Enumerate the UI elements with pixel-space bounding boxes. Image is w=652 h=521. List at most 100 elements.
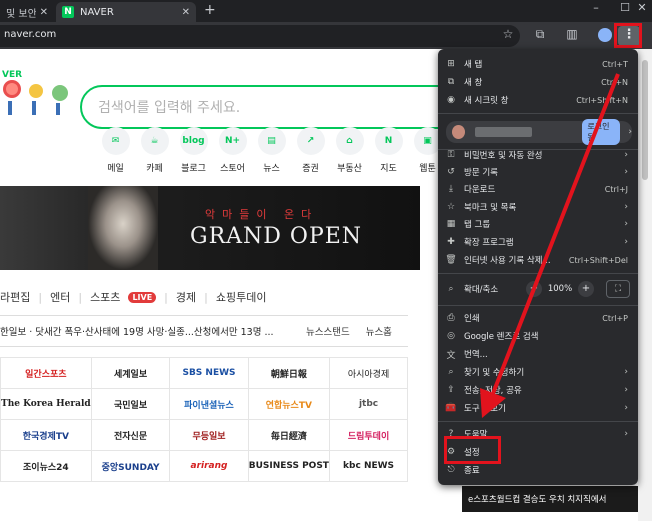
press-logo[interactable]: 毎日經濟 xyxy=(247,419,331,451)
extensions-icon[interactable]: ⧉ xyxy=(532,27,548,42)
tab-security[interactable]: 및 보안 ✕ xyxy=(0,2,54,22)
zoom-out-button[interactable]: − xyxy=(526,281,542,297)
news-icon: ▤ xyxy=(257,127,286,155)
press-grid: 일간스포츠 세계일보 SBS NEWS 朝鮮日報 아시아경제 The Korea… xyxy=(0,357,408,482)
press-logo[interactable]: 무등일보 xyxy=(169,419,249,451)
profile-row[interactable]: 로그인됨 › xyxy=(446,119,632,145)
bookmark-icon: ☆ xyxy=(446,202,456,212)
press-logo[interactable]: SBS NEWS xyxy=(169,357,249,389)
headline-link[interactable]: 한일보 · 닷새간 폭우·산사태에 19명 사망·실종...산청에서만 13명 … xyxy=(0,324,278,338)
shortcut-label: 증권 xyxy=(302,164,319,174)
ad-banner[interactable]: 악마들이 온다 GRAND OPEN xyxy=(0,186,420,270)
url-text: naver.com xyxy=(4,29,57,40)
translate-icon: 文 xyxy=(446,350,456,361)
shortcut-realestate[interactable]: ⌂ 부동산 xyxy=(330,127,369,174)
shortcut-label: 부동산 xyxy=(337,164,362,174)
menu-item-print[interactable]: ⎙ 인쇄 Ctrl+P xyxy=(438,309,638,327)
press-logo[interactable]: 드림투데이 xyxy=(329,419,408,451)
new-window-icon: ⧉ xyxy=(447,77,455,87)
menu-item-share[interactable]: ⇪ 전송, 저장, 공유 › xyxy=(438,381,638,399)
menu-item-downloads[interactable]: ⤓ 다운로드 Ctrl+J xyxy=(438,180,638,198)
news-home-link[interactable]: 뉴스홈 xyxy=(366,324,392,338)
fullscreen-button[interactable]: ⛶ xyxy=(606,280,630,298)
menu-item-translate[interactable]: 文 번역... xyxy=(438,345,638,363)
press-logo[interactable]: 국민일보 xyxy=(90,388,171,420)
press-logo[interactable]: 전자신문 xyxy=(90,419,171,451)
close-window-button[interactable]: ✕ xyxy=(632,1,652,14)
zoom-in-button[interactable]: + xyxy=(578,281,594,297)
press-logo[interactable]: 한국경제TV xyxy=(0,419,92,451)
press-logo[interactable]: 연합뉴스TV xyxy=(247,388,331,420)
close-icon[interactable]: ✕ xyxy=(40,7,48,18)
shortcut-mail[interactable]: ✉ 메일 xyxy=(96,127,135,174)
menu-item-find-edit[interactable]: ⌕ 찾기 및 수정하기 › xyxy=(438,363,638,381)
category-tab[interactable]: 라편집 xyxy=(0,289,30,305)
category-tab[interactable]: 스포츠 xyxy=(90,289,120,305)
divider xyxy=(438,273,638,274)
tab-label: 및 보안 xyxy=(6,8,36,20)
shortcut-cafe[interactable]: ☕ 카페 xyxy=(135,127,174,174)
press-logo[interactable]: BUSINESS POST xyxy=(247,450,331,482)
tools-icon: 🧰 xyxy=(445,403,457,413)
menu-shortcut: Ctrl+Shift+Del xyxy=(568,255,628,265)
chevron-right-icon: › xyxy=(624,219,628,229)
menu-item-new-window[interactable]: ⧉ 새 창 Ctrl+N xyxy=(438,73,638,91)
press-logo[interactable]: 세계일보 xyxy=(90,357,171,389)
menu-item-extensions[interactable]: ✚ 확장 프로그램 › xyxy=(438,233,638,251)
profile-avatar[interactable] xyxy=(598,28,612,42)
minimize-button[interactable]: – xyxy=(582,1,610,14)
press-logo[interactable]: kbc NEWS xyxy=(329,450,408,482)
press-logo[interactable]: 일간스포츠 xyxy=(0,357,92,389)
address-bar[interactable]: naver.com xyxy=(0,25,520,47)
shortcut-map[interactable]: N 지도 xyxy=(369,127,408,174)
menu-shortcut: Ctrl+T xyxy=(602,59,628,69)
scrollbar-thumb[interactable] xyxy=(642,60,648,180)
shortcut-stock[interactable]: ↗ 증권 xyxy=(291,127,330,174)
press-logo[interactable]: 조이뉴스24 xyxy=(0,450,92,482)
new-tab-button[interactable]: + xyxy=(204,2,216,18)
chevron-right-icon: › xyxy=(624,167,628,177)
news-stand-link[interactable]: 뉴스스탠드 xyxy=(306,324,350,338)
tab-strip: 및 보안 ✕ N NAVER ✕ + – ☐ ✕ xyxy=(0,0,652,22)
live-badge: LIVE xyxy=(128,291,157,303)
shortcut-news[interactable]: ▤ 뉴스 xyxy=(252,127,291,174)
category-tab[interactable]: 엔터 xyxy=(50,289,70,305)
menu-label: 찾기 및 수정하기 xyxy=(464,368,525,378)
close-icon[interactable]: ✕ xyxy=(182,7,190,18)
tab-naver[interactable]: N NAVER ✕ xyxy=(56,2,196,22)
press-logo[interactable]: 중앙SUNDAY xyxy=(90,450,171,482)
table-row: 한국경제TV 전자신문 무등일보 毎日經濟 드림투데이 xyxy=(0,419,408,451)
press-logo[interactable]: The Korea Herald xyxy=(0,388,92,420)
map-icon: N xyxy=(374,127,403,155)
divider xyxy=(438,305,638,306)
divider: | xyxy=(38,290,43,304)
naver-doodle-logo[interactable]: VER xyxy=(0,67,75,119)
divider: | xyxy=(78,290,83,304)
menu-item-bookmarks[interactable]: ☆ 북마크 및 목록 › xyxy=(438,198,638,216)
menu-item-incognito[interactable]: ◉ 새 시크릿 창 Ctrl+Shift+N xyxy=(438,91,638,109)
menu-item-more-tools[interactable]: 🧰 도구 더보기 › xyxy=(438,399,638,417)
side-panel-icon[interactable]: ▥ xyxy=(564,27,580,41)
shortcut-blog[interactable]: blog 블로그 xyxy=(174,127,213,174)
category-tab[interactable]: 쇼핑투데이 xyxy=(216,289,267,305)
press-logo[interactable]: 파이낸셜뉴스 xyxy=(169,388,249,420)
category-tab[interactable]: 경제 xyxy=(176,289,196,305)
press-logo[interactable]: arirang xyxy=(169,450,249,482)
menu-item-passwords[interactable]: ⚿ 비밀번호 및 자동 완성 › xyxy=(438,146,638,164)
menu-item-lens[interactable]: ◎ Google 렌즈로 검색 xyxy=(438,327,638,345)
menu-item-clear-data[interactable]: 🗑 인터넷 사용 기록 삭제... Ctrl+Shift+Del xyxy=(438,251,638,269)
press-logo[interactable]: 아시아경제 xyxy=(329,357,408,389)
ad-strip[interactable]: e스포츠월드컵 결승도 우치 치지직에서 xyxy=(462,486,638,512)
menu-item-tab-groups[interactable]: ▦ 탭 그룹 › xyxy=(438,215,638,233)
shortcut-store[interactable]: N+ 스토어 xyxy=(213,127,252,174)
press-logo[interactable]: 朝鮮日報 xyxy=(247,357,331,389)
search-input[interactable]: 검색어를 입력해 주세요. xyxy=(80,85,460,129)
menu-label: 종료 xyxy=(464,466,480,476)
press-logo[interactable]: jtbc xyxy=(329,388,408,420)
menu-item-history[interactable]: ↺ 방문 기록 › xyxy=(438,163,638,181)
menu-item-new-tab[interactable]: ⊞ 새 탭 Ctrl+T xyxy=(438,55,638,73)
menu-label: 새 시크릿 창 xyxy=(464,96,509,106)
menu-label: 전송, 저장, 공유 xyxy=(464,386,522,396)
star-icon[interactable]: ☆ xyxy=(500,27,516,41)
chevron-right-icon: › xyxy=(624,150,628,160)
